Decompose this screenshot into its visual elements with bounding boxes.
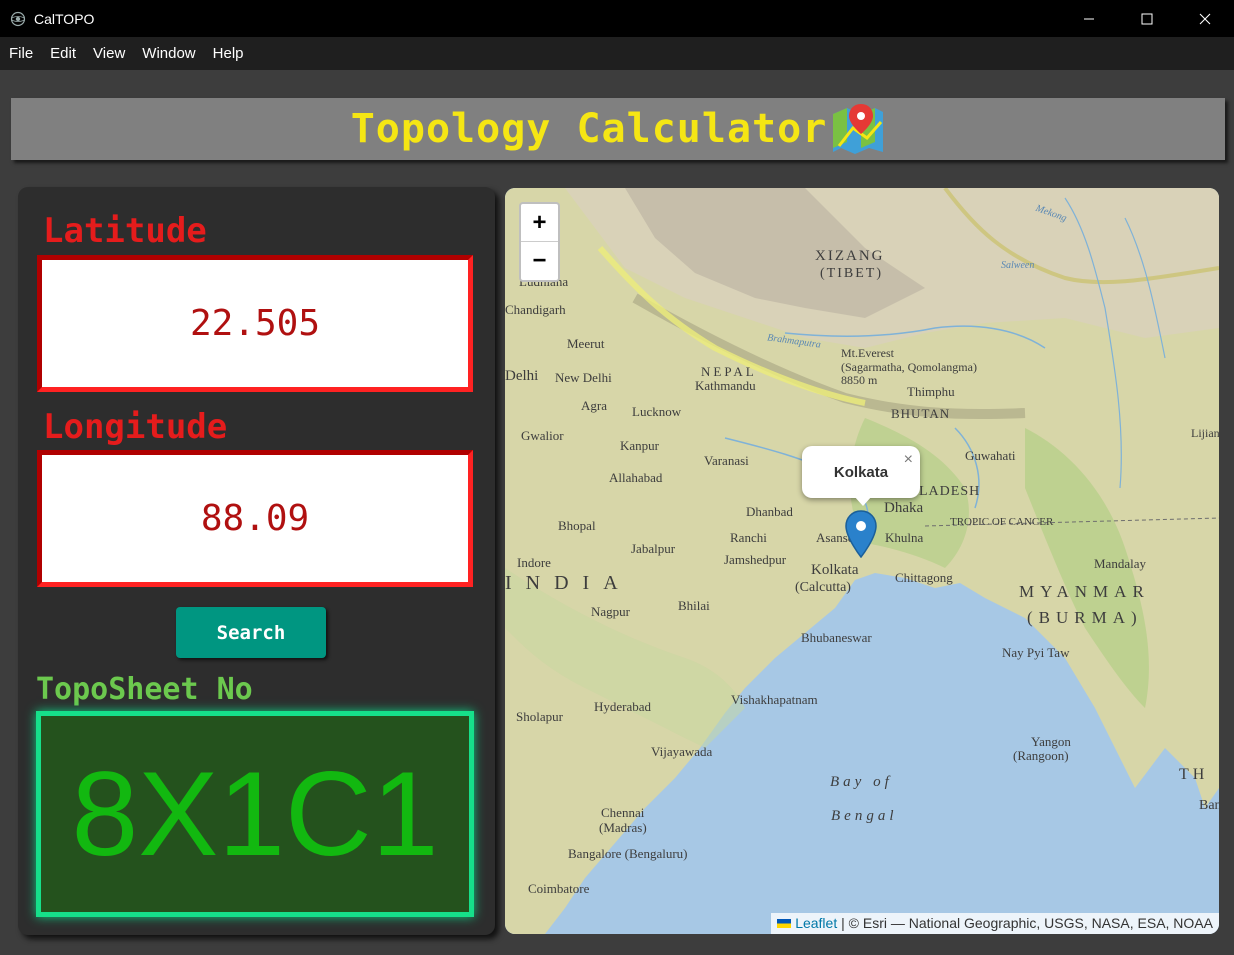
- map-label: Vishakhapatnam: [731, 692, 818, 707]
- zoom-in-button[interactable]: +: [521, 204, 558, 242]
- popup-text: Kolkata: [833, 463, 889, 481]
- map-label: Nagpur: [591, 604, 630, 619]
- attribution-text: | © Esri — National Geographic, USGS, NA…: [837, 915, 1213, 931]
- map-label: Ban: [1199, 798, 1219, 813]
- map-label: Kathmandu: [695, 378, 756, 393]
- map-label: Vijayawada: [651, 744, 713, 759]
- map-label: Bhopal: [558, 518, 596, 533]
- map-label: Mandalay: [1094, 556, 1146, 571]
- menu-help[interactable]: Help: [204, 45, 252, 62]
- map-label: Varanasi: [704, 453, 749, 468]
- map-label: LADESH: [919, 484, 981, 499]
- map-attribution: Leaflet | © Esri — National Geographic, …: [771, 913, 1219, 934]
- title-bar: CalTOPO: [0, 0, 1234, 37]
- map-label: (Madras): [599, 820, 647, 835]
- map-label: TROPIC OF CANCER: [950, 516, 1054, 528]
- ukraine-flag-icon: [777, 918, 792, 928]
- menu-edit[interactable]: Edit: [41, 45, 84, 62]
- map-label: Meerut: [567, 336, 605, 351]
- map-label: (Rangoon): [1013, 748, 1069, 763]
- map-label: INDIA: [505, 572, 632, 594]
- location-marker-icon[interactable]: [845, 510, 877, 558]
- map-label: Chittagong: [895, 570, 953, 585]
- maximize-button[interactable]: [1118, 0, 1176, 37]
- leaflet-link[interactable]: Leaflet: [795, 915, 837, 931]
- minimize-button[interactable]: [1060, 0, 1118, 37]
- map-label: New Delhi: [555, 370, 612, 385]
- map-label: TH: [1179, 766, 1209, 783]
- map-label: Bhilai: [678, 598, 710, 613]
- coordinate-panel: Latitude 22.505 Longitude 88.09 Search T…: [18, 187, 495, 935]
- maximize-icon: [1141, 13, 1153, 24]
- map-label: Kanpur: [620, 438, 659, 453]
- menu-view[interactable]: View: [84, 45, 133, 62]
- latitude-field[interactable]: 22.505: [37, 255, 473, 392]
- zoom-control: + −: [519, 202, 560, 282]
- page-title: Topology Calculator: [350, 106, 828, 152]
- map-label: Khulna: [885, 530, 924, 545]
- map-label: Coimbatore: [528, 881, 590, 896]
- map-label: Agra: [581, 398, 607, 413]
- map-label: Bangalore (Bengaluru): [568, 846, 688, 861]
- map-label: Mt.Everest: [841, 346, 894, 360]
- map-label: Indore: [517, 555, 551, 570]
- toposheet-label: TopoSheet No: [36, 672, 253, 707]
- map-label: Delhi: [505, 368, 539, 384]
- map-label: Jamshedpur: [724, 552, 787, 567]
- map-label: Sholapur: [516, 709, 563, 724]
- toposheet-value: 8X1C1: [36, 711, 474, 917]
- latitude-label: Latitude: [43, 211, 207, 251]
- menu-file[interactable]: File: [0, 45, 41, 62]
- map-label: Chennai: [601, 805, 645, 820]
- map-pin-icon: [833, 104, 884, 154]
- map-label: XIZANG: [815, 248, 885, 264]
- zoom-out-button[interactable]: −: [521, 242, 558, 279]
- longitude-field[interactable]: 88.09: [37, 450, 473, 587]
- map-label: (Calcutta): [795, 580, 851, 595]
- menu-window[interactable]: Window: [133, 45, 203, 62]
- close-icon: [1199, 13, 1211, 24]
- app-logo-icon: [10, 11, 26, 26]
- popup-tip: [854, 496, 872, 506]
- map-label: Gwalior: [521, 428, 564, 443]
- map-label: MYANMAR: [1019, 582, 1150, 601]
- map-label: (BURMA): [1027, 608, 1143, 627]
- minimize-icon: [1084, 18, 1094, 19]
- map-label: BHUTAN: [891, 406, 951, 421]
- map-label: Bay of: [830, 774, 893, 790]
- map-label: Thimphu: [907, 384, 955, 399]
- map-label: Dhanbad: [746, 504, 793, 519]
- map-label: Hyderabad: [594, 699, 652, 714]
- menu-bar: File Edit View Window Help: [0, 37, 1234, 70]
- map-label: Jabalpur: [631, 541, 676, 556]
- map-label: Bhubaneswar: [801, 630, 872, 645]
- map-label: Lijiang: [1191, 426, 1219, 440]
- header-banner: Topology Calculator: [11, 98, 1225, 160]
- map-label: Salween: [1001, 260, 1035, 271]
- window-title: CalTOPO: [34, 10, 95, 27]
- map-label: Kolkata: [811, 562, 859, 578]
- map-label: Nay Pyi Taw: [1002, 645, 1070, 660]
- map-label: Ranchi: [730, 530, 767, 545]
- map-label: Lucknow: [632, 404, 682, 419]
- close-button[interactable]: [1176, 0, 1234, 37]
- map-label: (TIBET): [820, 266, 883, 281]
- map-label: Chandigarh: [505, 302, 566, 317]
- map-label: Guwahati: [965, 448, 1016, 463]
- map-label: Bengal: [831, 808, 898, 824]
- longitude-label: Longitude: [43, 407, 228, 447]
- map-view[interactable]: XIZANG (TIBET) Ludhiana Chandigarh Meeru…: [505, 188, 1219, 934]
- popup-close-button[interactable]: ×: [904, 451, 913, 469]
- marker-popup: Kolkata ×: [802, 446, 920, 498]
- map-label: Allahabad: [609, 470, 663, 485]
- map-label: 8850 m: [841, 373, 878, 387]
- map-label: Dhaka: [884, 500, 924, 516]
- search-button[interactable]: Search: [176, 607, 326, 658]
